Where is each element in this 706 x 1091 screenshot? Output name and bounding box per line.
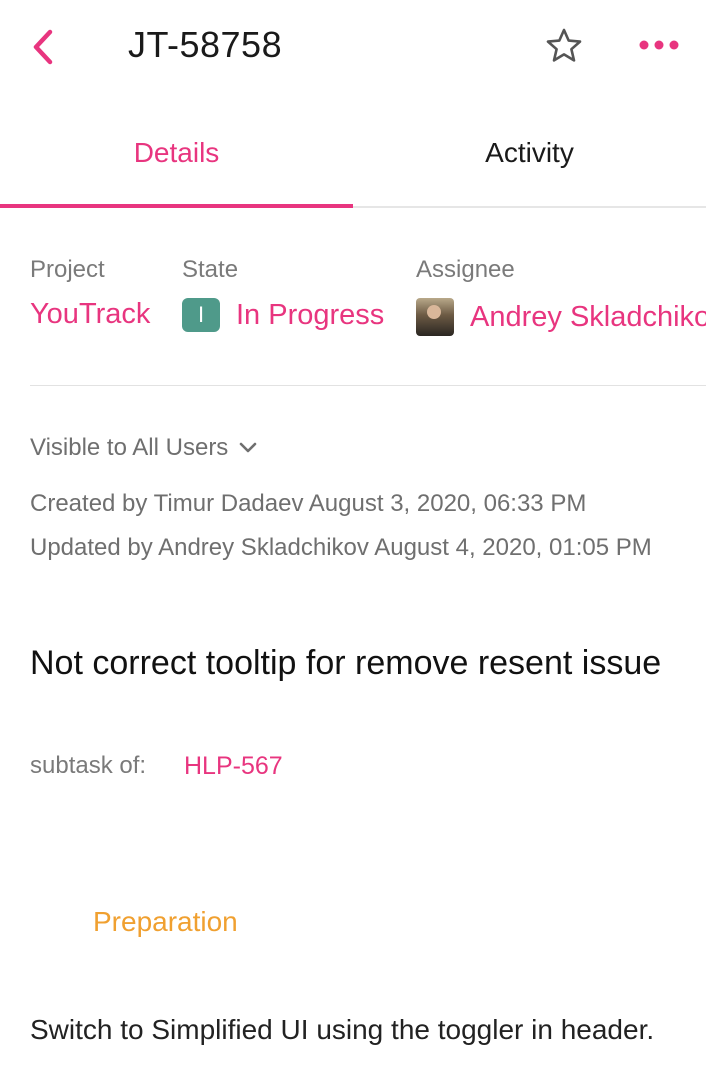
tab-bar: Details Activity [0, 118, 706, 208]
assignee-label: Assignee [416, 256, 515, 283]
divider [30, 385, 706, 386]
state-field: State I In Progress [182, 256, 384, 332]
chevron-down-icon [240, 442, 257, 453]
state-value: In Progress [236, 298, 385, 331]
issue-summary: Not correct tooltip for remove resent is… [30, 644, 662, 682]
visibility-selector[interactable]: Visible to All Users [30, 434, 258, 462]
created-info: Created by Timur Dadaev August 3, 2020, … [30, 490, 587, 517]
tab-details[interactable]: Details [0, 118, 353, 204]
parent-issue-link[interactable]: HLP-567 [184, 752, 283, 781]
project-label: Project [30, 256, 105, 283]
state-label: State [182, 256, 239, 283]
parent-label: subtask of: [30, 752, 147, 779]
state-badge: I [182, 298, 220, 332]
assignee-value-button[interactable]: Andrey Skladchikov [416, 298, 706, 336]
active-tab-indicator [0, 204, 353, 208]
assignee-value: Andrey Skladchikov [470, 300, 706, 333]
visibility-label: Visible to All Users [30, 434, 229, 461]
more-options-button[interactable] [636, 30, 682, 60]
app-header: JT-58758 [0, 0, 706, 100]
project-field: Project YouTrack [30, 256, 150, 331]
updated-info: Updated by Andrey Skladchikov August 4, … [30, 534, 652, 561]
star-outline-icon [546, 28, 582, 62]
state-value-button[interactable]: I In Progress [182, 298, 384, 332]
back-button[interactable] [24, 22, 64, 72]
chevron-left-icon [33, 29, 53, 65]
star-button[interactable] [544, 26, 584, 66]
avatar [416, 298, 454, 336]
tab-activity[interactable]: Activity [353, 118, 706, 204]
issue-id-title: JT-58758 [128, 24, 283, 65]
more-dots-icon [639, 40, 679, 50]
assignee-field: Assignee Andrey Skladchikov [416, 256, 706, 336]
project-value[interactable]: YouTrack [30, 298, 150, 331]
issue-detail-screen: JT-58758 Details Activity Project YouTra… [0, 0, 706, 1091]
description-text: Switch to Simplified UI using the toggle… [30, 1014, 655, 1045]
description-heading: Preparation [93, 906, 238, 937]
issue-fields: Project YouTrack State I In Progress Ass… [30, 256, 706, 346]
